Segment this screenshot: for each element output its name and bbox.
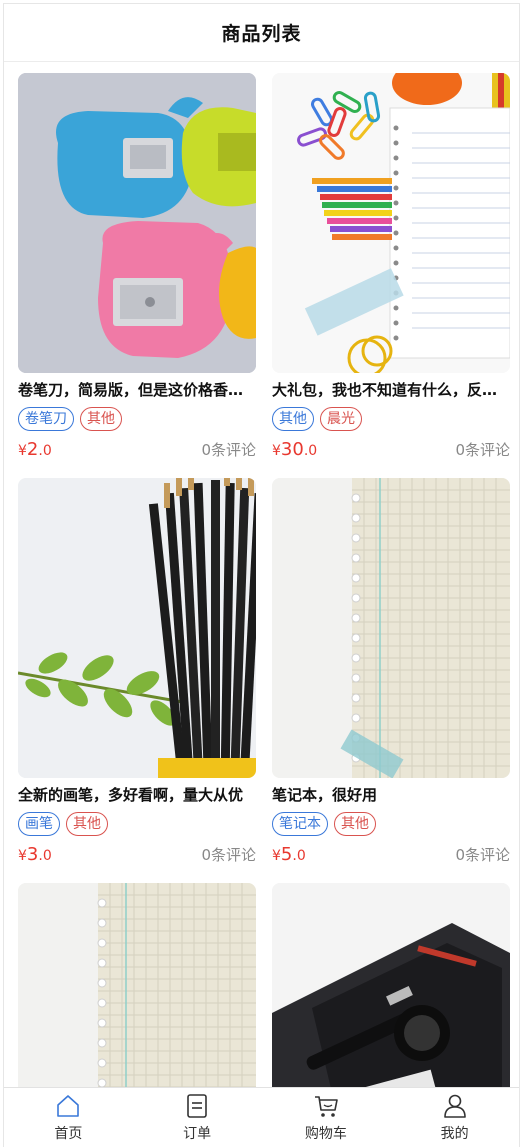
product-card[interactable]: 卷笔刀，简易版，但是这价格香不香 卷笔刀 其他 ¥2.0 0条评论 — [18, 73, 256, 463]
top-bar: 商品列表 — [4, 4, 519, 62]
comment-count[interactable]: 0条评论 — [201, 439, 256, 460]
tag[interactable]: 其他 — [272, 407, 314, 431]
home-icon — [57, 1094, 80, 1117]
tag[interactable]: 其他 — [66, 812, 108, 836]
comment-count[interactable]: 0条评论 — [455, 439, 510, 460]
tab-label: 我的 — [440, 1125, 469, 1142]
app-frame: 商品列表 卷笔刀，简易版，但是这价格香不香 卷笔刀 其他 ¥2.0 0条评论 大… — [3, 3, 520, 1147]
tab-cart[interactable]: 购物车 — [262, 1088, 391, 1147]
tag[interactable]: 笔记本 — [272, 812, 328, 836]
product-price: ¥3.0 — [18, 844, 52, 865]
page-title: 商品列表 — [221, 23, 302, 45]
product-card[interactable]: 大礼包，我也不知道有什么，反正很多 其他 晨光 ¥30.0 0条评论 — [272, 73, 510, 463]
bottom-tab-bar: 首页 订单 购物车 我的 — [4, 1087, 519, 1147]
tag[interactable]: 其他 — [334, 812, 376, 836]
product-price: ¥5.0 — [272, 844, 306, 865]
tab-label: 首页 — [54, 1125, 83, 1142]
product-meta: ¥5.0 0条评论 — [272, 844, 510, 868]
comment-count[interactable]: 0条评论 — [201, 844, 256, 865]
tag-list: 其他 晨光 — [272, 407, 510, 433]
tag-list: 笔记本 其他 — [272, 812, 510, 838]
tag[interactable]: 画笔 — [18, 812, 60, 836]
product-title[interactable]: 卷笔刀，简易版，但是这价格香不香 — [18, 379, 256, 401]
cart-icon — [314, 1095, 338, 1117]
product-meta: ¥30.0 0条评论 — [272, 439, 510, 463]
product-price: ¥2.0 — [18, 439, 52, 460]
product-card[interactable]: 全新的画笔，多好看啊，量大从优 画笔 其他 ¥3.0 0条评论 — [18, 478, 256, 868]
tag[interactable]: 卷笔刀 — [18, 407, 74, 431]
tag[interactable]: 其他 — [80, 407, 122, 431]
product-title[interactable]: 笔记本，很好用 — [272, 784, 510, 806]
product-card[interactable]: 笔记本，很好用 笔记本 其他 ¥5.0 0条评论 — [272, 478, 510, 868]
product-meta: ¥3.0 0条评论 — [18, 844, 256, 868]
order-icon — [187, 1093, 207, 1118]
tag[interactable]: 晨光 — [320, 407, 362, 431]
product-image[interactable] — [272, 73, 510, 373]
tab-label: 订单 — [183, 1125, 212, 1142]
product-meta: ¥2.0 0条评论 — [18, 439, 256, 463]
product-image[interactable] — [18, 478, 256, 778]
product-title[interactable]: 大礼包，我也不知道有什么，反正很多 — [272, 379, 510, 401]
user-icon — [443, 1094, 466, 1118]
product-price: ¥30.0 — [272, 439, 318, 460]
comment-count[interactable]: 0条评论 — [455, 844, 510, 865]
tab-home[interactable]: 首页 — [4, 1088, 133, 1147]
product-image[interactable] — [18, 73, 256, 373]
tag-list: 画笔 其他 — [18, 812, 256, 838]
product-image[interactable] — [272, 478, 510, 778]
tab-label: 购物车 — [304, 1125, 347, 1142]
product-title[interactable]: 全新的画笔，多好看啊，量大从优 — [18, 784, 256, 806]
tab-profile[interactable]: 我的 — [390, 1088, 519, 1147]
tab-orders[interactable]: 订单 — [133, 1088, 262, 1147]
tag-list: 卷笔刀 其他 — [18, 407, 256, 433]
